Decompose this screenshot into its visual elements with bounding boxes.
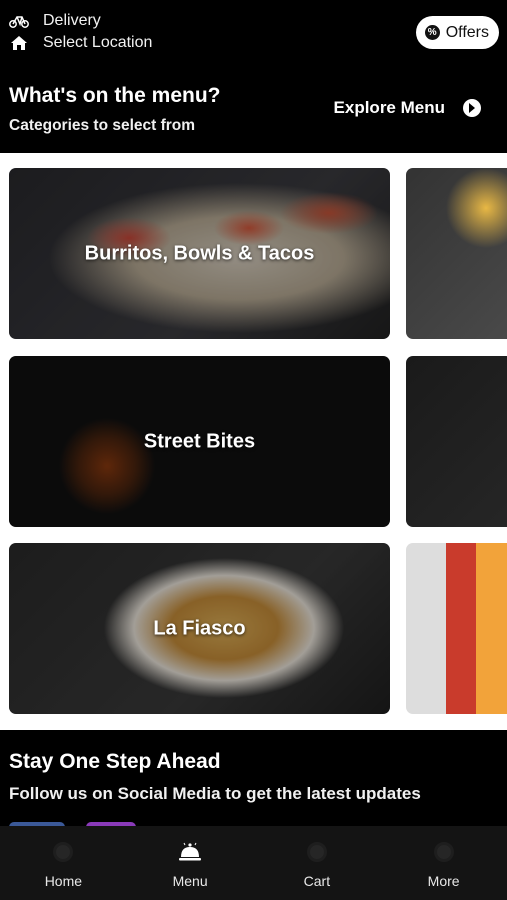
- home-icon: [9, 34, 29, 52]
- category-label: Street Bites: [143, 430, 256, 452]
- discount-badge-icon: %: [424, 25, 440, 40]
- delivery-label: Delivery: [43, 12, 101, 29]
- offers-button[interactable]: % Offers: [415, 16, 499, 49]
- category-label: La Fiasco: [153, 617, 246, 639]
- nav-label: Home: [44, 873, 83, 889]
- category-card-street-bites[interactable]: Street Bites: [9, 356, 390, 527]
- menu-title: What's on the menu?: [9, 84, 221, 107]
- nav-label: Menu: [172, 873, 208, 889]
- nav-item-cart[interactable]: Cart: [254, 826, 381, 900]
- category-grid: Burritos, Bowls & Tacos Street Bites La …: [0, 153, 507, 730]
- bicycle-icon: [9, 12, 29, 30]
- location-selector[interactable]: Select Location: [9, 34, 152, 52]
- bottom-nav: Home Menu Cart More: [0, 826, 507, 900]
- category-label: Burritos, Bowls & Tacos: [84, 242, 315, 264]
- location-label: Select Location: [43, 34, 153, 51]
- category-card-burritos[interactable]: Burritos, Bowls & Tacos: [9, 168, 390, 339]
- app-header: Delivery Select Location % Offers What's…: [0, 0, 507, 153]
- explore-menu-button[interactable]: Explore Menu: [334, 98, 481, 118]
- explore-menu-label: Explore Menu: [333, 98, 445, 117]
- social-title: Stay One Step Ahead: [9, 750, 221, 773]
- cloche-icon: [179, 841, 202, 863]
- category-card-peek[interactable]: [406, 356, 507, 527]
- nav-item-home[interactable]: Home: [0, 826, 127, 900]
- nav-label: More: [427, 873, 460, 889]
- delivery-mode[interactable]: Delivery: [9, 12, 101, 30]
- more-icon: [433, 841, 455, 863]
- nav-item-more[interactable]: More: [380, 826, 507, 900]
- cart-icon: [306, 841, 328, 863]
- nav-item-menu[interactable]: Menu: [127, 826, 254, 900]
- category-card-peek[interactable]: [406, 168, 507, 339]
- social-subtitle: Follow us on Social Media to get the lat…: [9, 784, 421, 803]
- arrow-right-icon: [463, 99, 481, 117]
- social-section: Stay One Step Ahead Follow us on Social …: [0, 730, 507, 832]
- home-icon: [52, 841, 74, 863]
- offers-label: Offers: [445, 23, 489, 41]
- menu-subtitle: Categories to select from: [9, 117, 196, 134]
- category-card-peek[interactable]: [406, 543, 507, 714]
- nav-label: Cart: [303, 873, 331, 889]
- category-card-la-fiasco[interactable]: La Fiasco: [9, 543, 390, 714]
